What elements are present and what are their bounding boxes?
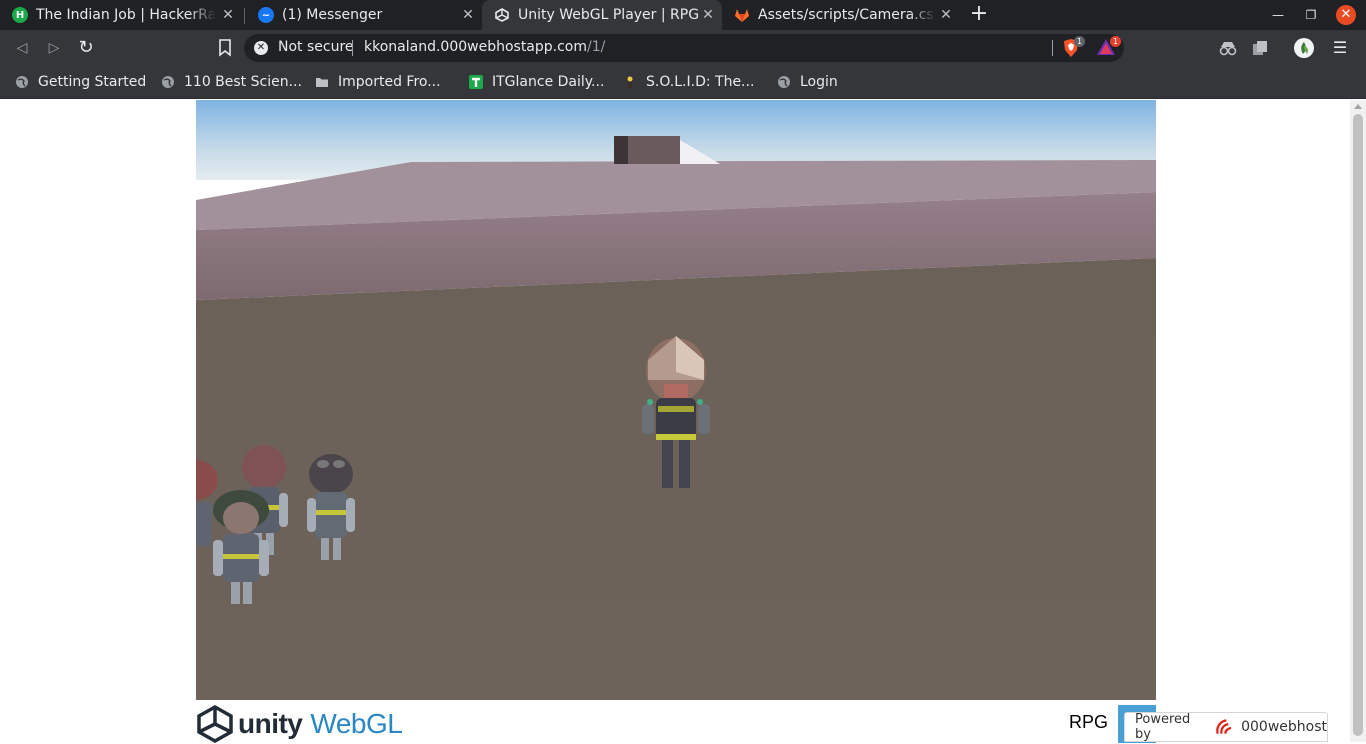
globe-icon (778, 76, 790, 88)
bookmark-label: Getting Started (38, 74, 147, 90)
extension-puzzle-icon[interactable] (1250, 38, 1270, 58)
unity-webgl-logo: unity WebGL (196, 704, 403, 744)
messenger-icon: ~ (258, 7, 274, 23)
url-host: kkonaland.000webhostapp.com (364, 39, 588, 55)
unity-icon (494, 7, 510, 23)
bookmark-icon[interactable] (218, 39, 232, 57)
bookmark-getting-started[interactable]: Getting Started (15, 72, 146, 92)
minimize-icon[interactable]: — (1268, 5, 1288, 25)
bookmark-itglance-daily[interactable]: ITGlance Daily... (469, 72, 604, 92)
bookmark-solid[interactable]: S.O.L.I.D: The... (623, 72, 754, 92)
unity-game-canvas[interactable] (196, 100, 1156, 700)
folder-icon (316, 78, 328, 87)
bookmark-login[interactable]: Login (777, 72, 838, 92)
rewards-count-badge: 1 (1110, 36, 1121, 47)
security-label[interactable]: Not secure (278, 39, 354, 55)
unity-footer: unity WebGL RPG (196, 700, 1156, 744)
tab-title: (1) Messenger (282, 7, 383, 23)
divider (1052, 40, 1053, 56)
scroll-up-arrow-icon[interactable] (1354, 104, 1362, 109)
tab-strip: H The Indian Job | HackerRank ✕ ~ (1) Me… (0, 0, 1366, 30)
extension-incognito-icon[interactable] (1218, 38, 1238, 58)
tab-messenger[interactable]: ~ (1) Messenger ✕ (246, 0, 482, 30)
tab-title: Unity WebGL Player | RPG (518, 7, 700, 23)
divider (352, 40, 353, 56)
page-viewport: unity WebGL RPG (0, 100, 1350, 744)
close-tab-icon[interactable]: ✕ (220, 7, 236, 23)
bookmark-label: 110 Best Scien... (184, 74, 302, 90)
globe-icon (16, 76, 28, 88)
tab-title: The Indian Job | HackerRank (36, 7, 216, 23)
url-path: /1/ (587, 39, 606, 55)
bookmark-label: Imported Fro... (338, 74, 441, 90)
bookmarks-bar: Getting Started 110 Best Scien... Import… (0, 66, 1366, 99)
brave-shields-icon[interactable]: 1 (1062, 36, 1085, 58)
not-secure-icon[interactable]: ✕ (254, 41, 268, 55)
bookmark-110-best-science[interactable]: 110 Best Scien... (161, 72, 302, 92)
url-text[interactable]: kkonaland.000webhostapp.com/1/ (364, 39, 605, 55)
back-icon[interactable]: ◁ (12, 38, 32, 58)
powered-by-label: Powered by (1135, 712, 1191, 742)
browser-toolbar: ◁ ▷ ↻ ✕ Not secure kkonaland.000webhosta… (0, 30, 1366, 66)
unity-wordmark: unity (238, 708, 303, 739)
host-name: 000webhost (1241, 719, 1327, 735)
itglance-icon (469, 75, 483, 89)
close-tab-icon[interactable]: ✕ (938, 7, 954, 23)
webgl-wordmark: WebGL (310, 708, 403, 739)
restore-icon[interactable]: ❐ (1301, 5, 1321, 25)
tab-gitlab-camera[interactable]: Assets/scripts/Camera.cs · master ✕ (722, 0, 960, 30)
scrollbar-thumb[interactable] (1353, 114, 1363, 736)
page-scrollbar[interactable] (1350, 100, 1366, 742)
browser-menu-icon[interactable]: ☰ (1332, 38, 1348, 58)
tab-title: Assets/scripts/Camera.cs · master (758, 7, 936, 23)
bookmark-label: Login (800, 74, 838, 90)
close-tab-icon[interactable]: ✕ (460, 7, 476, 23)
forward-icon[interactable]: ▷ (44, 38, 64, 58)
address-bar[interactable]: ✕ Not secure kkonaland.000webhostapp.com… (244, 34, 1124, 62)
reload-icon[interactable]: ↻ (76, 38, 96, 58)
game-scene (196, 100, 1156, 700)
new-tab-button[interactable]: + (968, 3, 990, 25)
game-title: RPG (1068, 712, 1108, 732)
powered-by-badge[interactable]: Powered by 000webhost (1124, 712, 1328, 742)
profile-avatar[interactable] (1294, 38, 1314, 58)
tab-unity-webgl[interactable]: Unity WebGL Player | RPG ✕ (482, 0, 722, 30)
brave-rewards-icon[interactable]: 1 (1096, 36, 1121, 58)
000webhost-logo-icon (1216, 719, 1232, 734)
globe-icon (162, 76, 174, 88)
bookmark-imported-from[interactable]: Imported Fro... (315, 72, 441, 92)
close-tab-icon[interactable]: ✕ (700, 7, 716, 23)
bookmark-label: S.O.L.I.D: The... (646, 74, 755, 90)
close-window-icon[interactable]: ✕ (1336, 5, 1356, 25)
tab-hackerrank[interactable]: H The Indian Job | HackerRank ✕ (0, 0, 242, 30)
bookmark-label: ITGlance Daily... (492, 74, 605, 90)
solid-icon (627, 76, 633, 88)
gitlab-icon (734, 7, 750, 23)
tab-divider (244, 8, 245, 24)
unity-cube-icon (197, 705, 233, 743)
hackerrank-icon: H (12, 7, 28, 23)
shields-count-badge: 1 (1074, 36, 1085, 47)
